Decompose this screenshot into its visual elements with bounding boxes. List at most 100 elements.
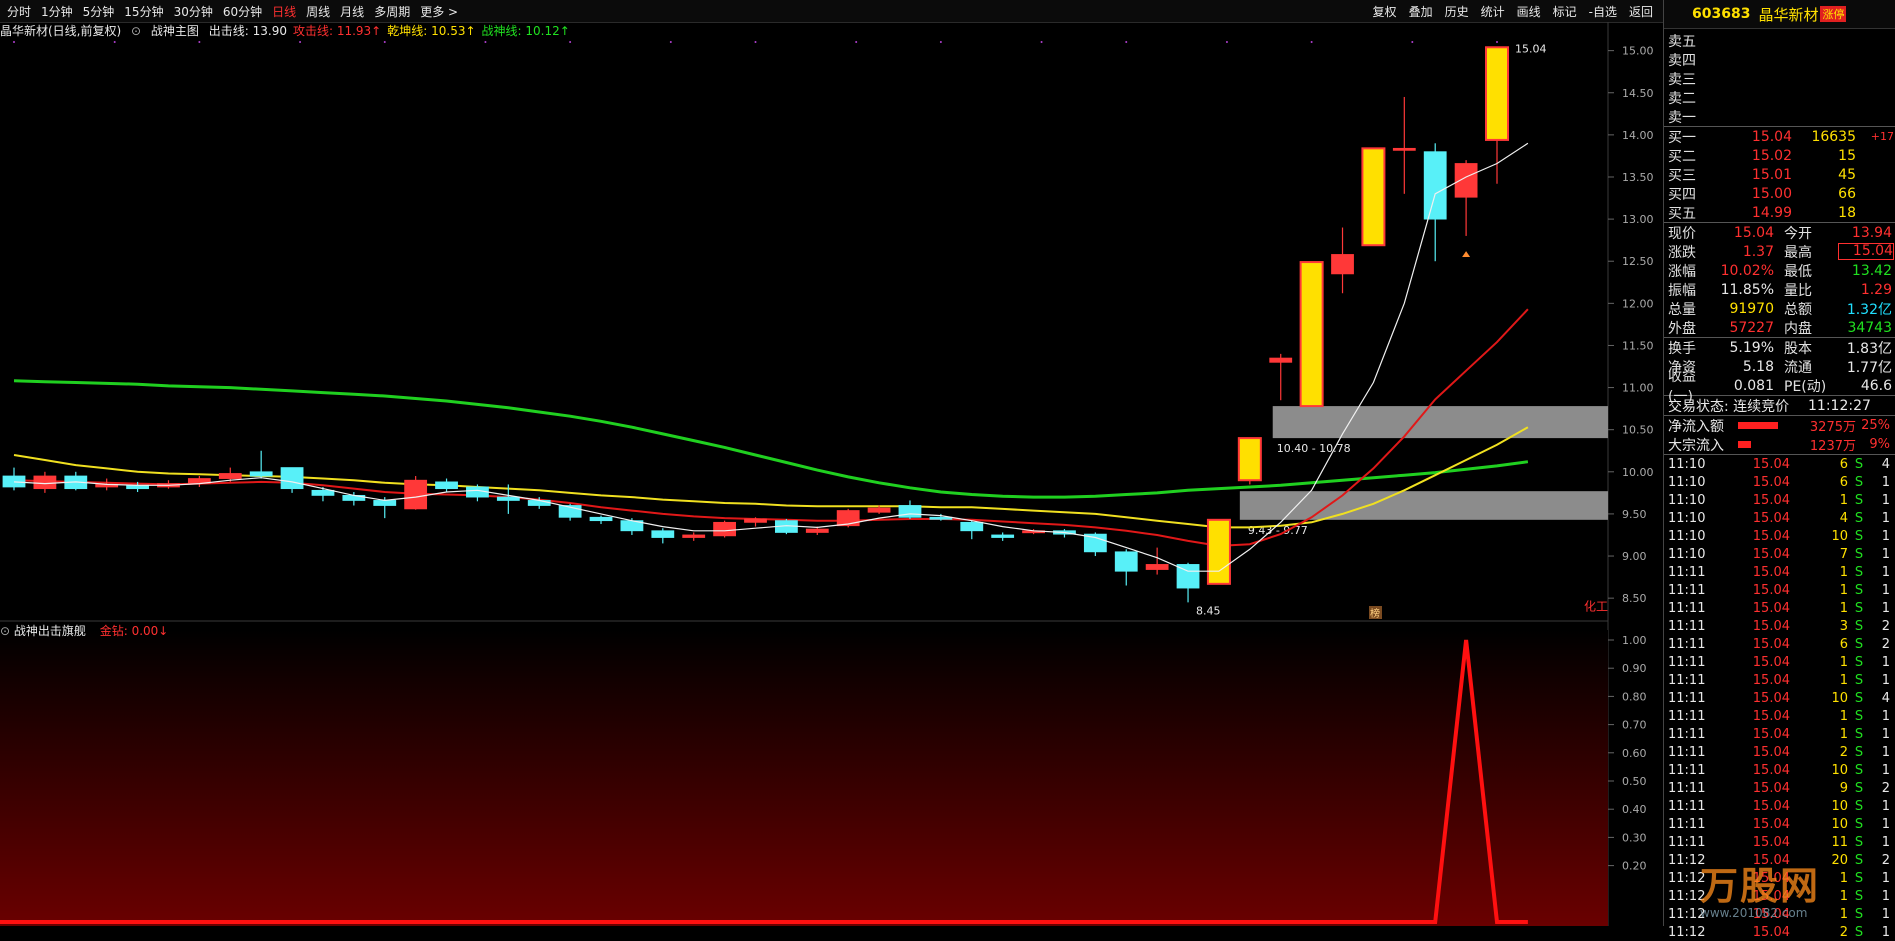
bid-row[interactable]: 买五 14.99 18 bbox=[1664, 203, 1895, 222]
candle-body[interactable] bbox=[682, 534, 706, 538]
trade-row: 11:11 15.04 1 S 1 bbox=[1664, 725, 1895, 743]
candle-body[interactable] bbox=[2, 475, 26, 488]
watermark-url: www.201082.com bbox=[1700, 906, 1808, 920]
trade-count: 1 bbox=[1881, 762, 1890, 778]
trade-volume: 1 bbox=[1839, 582, 1848, 598]
candle-body[interactable] bbox=[496, 496, 520, 501]
candle-body[interactable] bbox=[1423, 151, 1447, 220]
event-dot bbox=[1125, 41, 1128, 43]
trade-price: 15.04 bbox=[1752, 726, 1790, 742]
trade-row: 11:11 15.04 9 S 2 bbox=[1664, 779, 1895, 797]
candle-body[interactable] bbox=[280, 467, 304, 490]
trade-price: 15.04 bbox=[1752, 924, 1790, 940]
candle-body[interactable] bbox=[589, 516, 613, 522]
candle-body[interactable] bbox=[1237, 437, 1262, 482]
ask-row[interactable]: 卖一 bbox=[1664, 107, 1895, 126]
candle-body[interactable] bbox=[1114, 551, 1138, 572]
price-axis-label: 12.50 bbox=[1622, 255, 1654, 268]
ask-row[interactable]: 卖三 bbox=[1664, 69, 1895, 88]
trade-price: 15.04 bbox=[1752, 582, 1790, 598]
candle-body[interactable] bbox=[929, 516, 953, 520]
stat-value: 1.83亿 bbox=[1846, 340, 1892, 357]
sub-axis-label: 1.00 bbox=[1622, 634, 1647, 647]
candle-body[interactable] bbox=[249, 471, 273, 477]
candle-body[interactable] bbox=[651, 530, 675, 538]
flow-row: 大宗流入 1237万 9% bbox=[1664, 435, 1895, 454]
stat-row: 现价 15.04 今开 13.94 bbox=[1664, 223, 1895, 242]
candle-body[interactable] bbox=[960, 521, 984, 532]
trade-volume: 1 bbox=[1839, 654, 1848, 670]
candle-body[interactable] bbox=[713, 521, 737, 537]
trade-count: 1 bbox=[1881, 726, 1890, 742]
stat-value: 0.081 bbox=[1733, 377, 1774, 394]
kline-chart[interactable]: 15.00 14.50 14.00 13.50 13.00 12.50 12.00 11.50… bbox=[0, 0, 1663, 926]
stat-label: 现价 bbox=[1668, 225, 1696, 242]
candle-body[interactable] bbox=[1361, 147, 1386, 247]
trade-volume: 6 bbox=[1839, 474, 1848, 490]
trade-price: 15.04 bbox=[1752, 654, 1790, 670]
candle-body[interactable] bbox=[404, 479, 428, 510]
candle-body[interactable] bbox=[311, 489, 335, 496]
zone-upper-label: 10.40 - 10.78 bbox=[1277, 442, 1351, 455]
bid-row[interactable]: 买二 15.02 15 bbox=[1664, 146, 1895, 165]
limit-up-badge: 涨停 bbox=[1820, 6, 1847, 22]
trade-time: 11:11 bbox=[1668, 744, 1706, 760]
trade-side: S bbox=[1854, 492, 1864, 508]
bid-price: 15.01 bbox=[1751, 166, 1792, 183]
candle-body[interactable] bbox=[867, 507, 891, 513]
stat-value: 34743 bbox=[1847, 319, 1892, 336]
trade-side: S bbox=[1854, 636, 1864, 652]
collapse-icon[interactable]: ⊙ bbox=[0, 624, 10, 638]
candle-body[interactable] bbox=[1299, 261, 1324, 408]
trade-volume: 1 bbox=[1839, 564, 1848, 580]
trade-row: 11:10 15.04 7 S 1 bbox=[1664, 545, 1895, 563]
candle-body[interactable] bbox=[991, 534, 1015, 538]
stat-value: 5.18 bbox=[1742, 358, 1774, 375]
candle-body[interactable] bbox=[527, 500, 551, 506]
ask-row[interactable]: 卖二 bbox=[1664, 88, 1895, 107]
candle-body[interactable] bbox=[1269, 357, 1293, 363]
trade-volume: 10 bbox=[1831, 798, 1848, 814]
trade-side: S bbox=[1854, 744, 1864, 760]
trade-side: S bbox=[1854, 690, 1864, 706]
candle-body[interactable] bbox=[218, 473, 242, 479]
candle-body[interactable] bbox=[1485, 46, 1509, 141]
sector-tag[interactable]: 化工 bbox=[1584, 599, 1608, 613]
candle-body[interactable] bbox=[1206, 518, 1231, 585]
bid-row[interactable]: 买四 15.00 66 bbox=[1664, 184, 1895, 203]
candle-body[interactable] bbox=[805, 528, 829, 533]
trade-side: S bbox=[1854, 708, 1864, 724]
candle-body[interactable] bbox=[33, 475, 57, 490]
candle-body[interactable] bbox=[1454, 163, 1478, 198]
trade-side: S bbox=[1854, 546, 1864, 562]
event-dot bbox=[299, 41, 302, 43]
ask-row[interactable]: 卖四 bbox=[1664, 50, 1895, 69]
candle-body[interactable] bbox=[1392, 147, 1416, 151]
candle-body[interactable] bbox=[744, 518, 767, 523]
ask-row[interactable]: 卖五 bbox=[1664, 31, 1895, 50]
sub-panel-background bbox=[0, 630, 1608, 926]
bid-label: 买三 bbox=[1668, 167, 1696, 184]
candle-body[interactable] bbox=[1145, 564, 1169, 570]
bid-row[interactable]: 买三 15.01 45 bbox=[1664, 165, 1895, 184]
stat-value: 15.04 bbox=[1733, 224, 1774, 241]
ask-label: 卖一 bbox=[1668, 109, 1696, 126]
trade-count: 2 bbox=[1881, 780, 1890, 796]
bid-volume: 45 bbox=[1838, 166, 1856, 183]
sub-indicator-value-0: 金钻: 0.00↓ bbox=[99, 624, 169, 638]
quote-panel: 603683 晶华新材 涨停 卖五 卖四 卖三 卖二 卖一 买一 15.04 16635 +1… bbox=[1663, 0, 1895, 940]
trade-row: 11:11 15.04 1 S 1 bbox=[1664, 581, 1895, 599]
stat-row: 外盘 57227 内盘 34743 bbox=[1664, 318, 1895, 337]
candle-body[interactable] bbox=[435, 481, 458, 490]
trade-time: 11:10 bbox=[1668, 456, 1706, 472]
sub-indicator-name[interactable]: 战神出击旗舰 bbox=[14, 624, 86, 638]
event-dot bbox=[198, 41, 201, 43]
flow-label: 净流入额 bbox=[1668, 418, 1724, 435]
flow-percent: 25% bbox=[1861, 418, 1890, 433]
price-axis-label: 11.00 bbox=[1622, 382, 1654, 395]
trade-row: 11:11 15.04 11 S 1 bbox=[1664, 833, 1895, 851]
candle-body[interactable] bbox=[373, 500, 397, 506]
candle-body[interactable] bbox=[1331, 254, 1354, 275]
sub-axis-label: 0.30 bbox=[1622, 831, 1647, 844]
bid-row[interactable]: 买一 15.04 16635 +17 bbox=[1664, 127, 1895, 146]
